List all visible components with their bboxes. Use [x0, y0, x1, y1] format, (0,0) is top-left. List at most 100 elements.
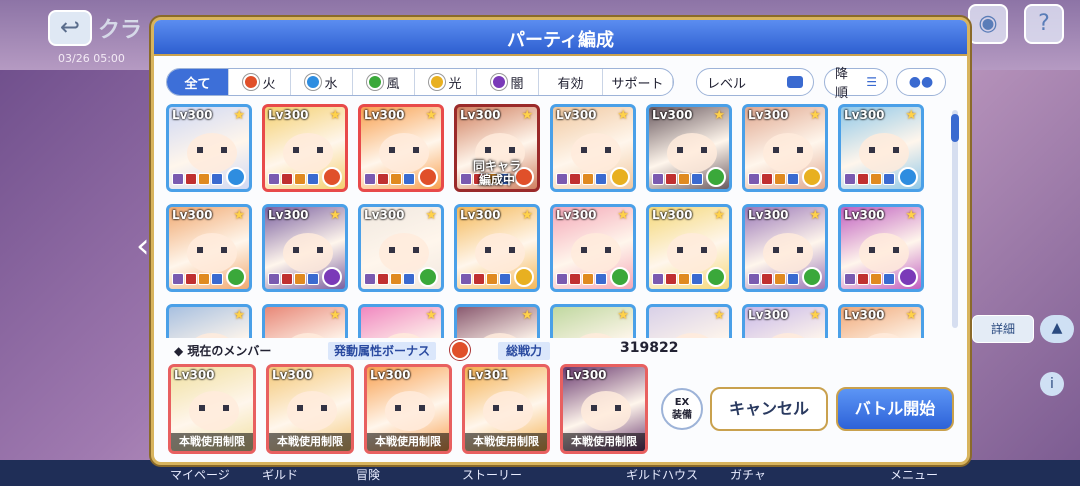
equip-icon	[652, 273, 664, 285]
portrait-eyes	[389, 147, 419, 153]
character-card[interactable]: ★	[550, 304, 636, 338]
equip-icon	[844, 273, 856, 285]
filter-tab[interactable]: 風	[353, 69, 415, 95]
character-card[interactable]: Lv300 ★	[550, 204, 636, 292]
bottom-tab[interactable]: マイページ	[170, 466, 230, 483]
portrait	[379, 233, 429, 273]
usage-limit-label: 本戦使用制限	[171, 433, 253, 451]
party-member-card[interactable]: Lv300 本戦使用制限	[266, 364, 354, 454]
character-card[interactable]: Lv300 ★	[742, 104, 828, 192]
equip-icon	[486, 273, 498, 285]
dialog-header: パーティ編成	[154, 20, 967, 56]
portrait	[283, 133, 333, 173]
card-level: Lv300	[364, 108, 405, 122]
star-icon: ★	[713, 108, 725, 123]
portrait	[859, 333, 909, 338]
filter-tab[interactable]: 闇	[477, 69, 539, 95]
order-button[interactable]: 降順 ☰	[824, 67, 888, 101]
filter-tab[interactable]: 水	[291, 69, 353, 95]
bottom-tab[interactable]: ガチャ	[730, 466, 766, 483]
ex-equip-button[interactable]: EX 装備	[661, 388, 703, 430]
character-card[interactable]: ★	[262, 304, 348, 338]
character-card[interactable]: Lv300 ★	[262, 104, 348, 192]
card-level: Lv300	[748, 308, 789, 322]
equip-icon	[665, 173, 677, 185]
party-member-card[interactable]: Lv300 本戦使用制限	[364, 364, 452, 454]
help-icon[interactable]: ?	[1024, 4, 1064, 44]
filter-tab-label: サポート	[611, 76, 664, 92]
detail-button[interactable]: 詳細	[972, 315, 1034, 343]
usage-limit-label: 本戦使用制限	[563, 433, 645, 451]
party-member-card[interactable]: Lv301 本戦使用制限	[462, 364, 550, 454]
equip-icon	[403, 173, 415, 185]
wind-element-icon	[802, 267, 822, 287]
character-card[interactable]: ★	[454, 304, 540, 338]
bottom-tab[interactable]: メニュー	[890, 466, 938, 483]
character-card[interactable]: Lv300 ★	[838, 204, 924, 292]
wind-element-icon	[610, 267, 630, 287]
filter-tab[interactable]: 有効	[539, 69, 603, 95]
filter-tab[interactable]: 光	[415, 69, 477, 95]
character-card[interactable]: Lv300 ★	[742, 304, 828, 338]
portrait-eyes	[197, 147, 227, 153]
portrait	[571, 233, 621, 273]
current-members-label: ◆ 現在のメンバー	[174, 344, 272, 358]
character-card[interactable]: Lv300 ★	[838, 304, 924, 338]
chevron-left-icon[interactable]: ‹	[136, 226, 150, 266]
character-card[interactable]: Lv300 ★	[742, 204, 828, 292]
character-card[interactable]: Lv300 ★	[646, 104, 732, 192]
equip-icon	[364, 273, 376, 285]
star-icon: ★	[521, 308, 533, 323]
equip-icon	[844, 173, 856, 185]
character-card[interactable]: Lv300 ★	[262, 204, 348, 292]
bottom-tab[interactable]: 冒険	[356, 466, 380, 483]
party-formation-dialog: パーティ編成 全て火水風光闇有効 サポート レベル 降順 ☰ ●● Lv300 ★ L…	[151, 17, 970, 465]
portrait	[379, 333, 429, 338]
cancel-button[interactable]: キャンセル	[710, 387, 828, 431]
sort-level-button[interactable]: レベル	[696, 68, 814, 96]
group-filter-button[interactable]: ●●	[896, 68, 946, 96]
character-card[interactable]: Lv300 ★	[358, 204, 444, 292]
back-icon[interactable]: ↩	[48, 10, 92, 46]
info-icon[interactable]: i	[1040, 372, 1064, 396]
party-member-card[interactable]: Lv300 本戦使用制限	[560, 364, 648, 454]
up-arrow-icon[interactable]: ▲	[1040, 315, 1074, 343]
bottom-tab[interactable]: ギルドハウス	[626, 466, 698, 483]
filter-tab[interactable]: 全て	[167, 69, 229, 95]
bottom-tab[interactable]: ギルド	[262, 466, 298, 483]
filter-tab[interactable]: サポート	[603, 69, 673, 95]
filter-tab[interactable]: 火	[229, 69, 291, 95]
element-filter-tabs: 全て 火 水 風 光 闇 有効 サポート	[166, 68, 674, 96]
roster-scrollbar[interactable]	[952, 110, 958, 328]
portrait-eyes	[677, 247, 707, 253]
equip-icon	[870, 273, 882, 285]
portrait	[571, 133, 621, 173]
equip-icon	[294, 273, 306, 285]
dark-element-icon	[898, 267, 918, 287]
bottom-tab[interactable]: ストーリー	[462, 466, 522, 483]
filter-tab-label: 風	[386, 76, 400, 92]
character-card[interactable]: Lv300 ★	[550, 104, 636, 192]
star-icon: ★	[425, 308, 437, 323]
equip-icon	[870, 173, 882, 185]
star-icon: ★	[233, 308, 245, 323]
character-card[interactable]: Lv300 ★	[646, 204, 732, 292]
character-card[interactable]: Lv300 ★ 同キャラ 編成中	[454, 104, 540, 192]
character-card[interactable]: ★	[646, 304, 732, 338]
equip-icon	[883, 273, 895, 285]
character-card[interactable]: ★	[166, 304, 252, 338]
character-card[interactable]: Lv300 ★	[166, 104, 252, 192]
globe-icon[interactable]: ◉	[968, 4, 1008, 44]
character-card[interactable]: Lv300 ★	[166, 204, 252, 292]
card-level: Lv300	[268, 108, 309, 122]
party-member-card[interactable]: Lv300 本戦使用制限	[168, 364, 256, 454]
character-card[interactable]: ★	[358, 304, 444, 338]
character-card[interactable]: Lv300 ★	[358, 104, 444, 192]
roster-scroll-thumb[interactable]	[951, 114, 959, 142]
portrait-eyes	[773, 247, 803, 253]
battle-start-button[interactable]: バトル開始	[836, 387, 954, 431]
character-card[interactable]: Lv300 ★	[838, 104, 924, 192]
water-element-icon	[226, 167, 246, 187]
star-icon: ★	[425, 108, 437, 123]
character-card[interactable]: Lv300 ★	[454, 204, 540, 292]
